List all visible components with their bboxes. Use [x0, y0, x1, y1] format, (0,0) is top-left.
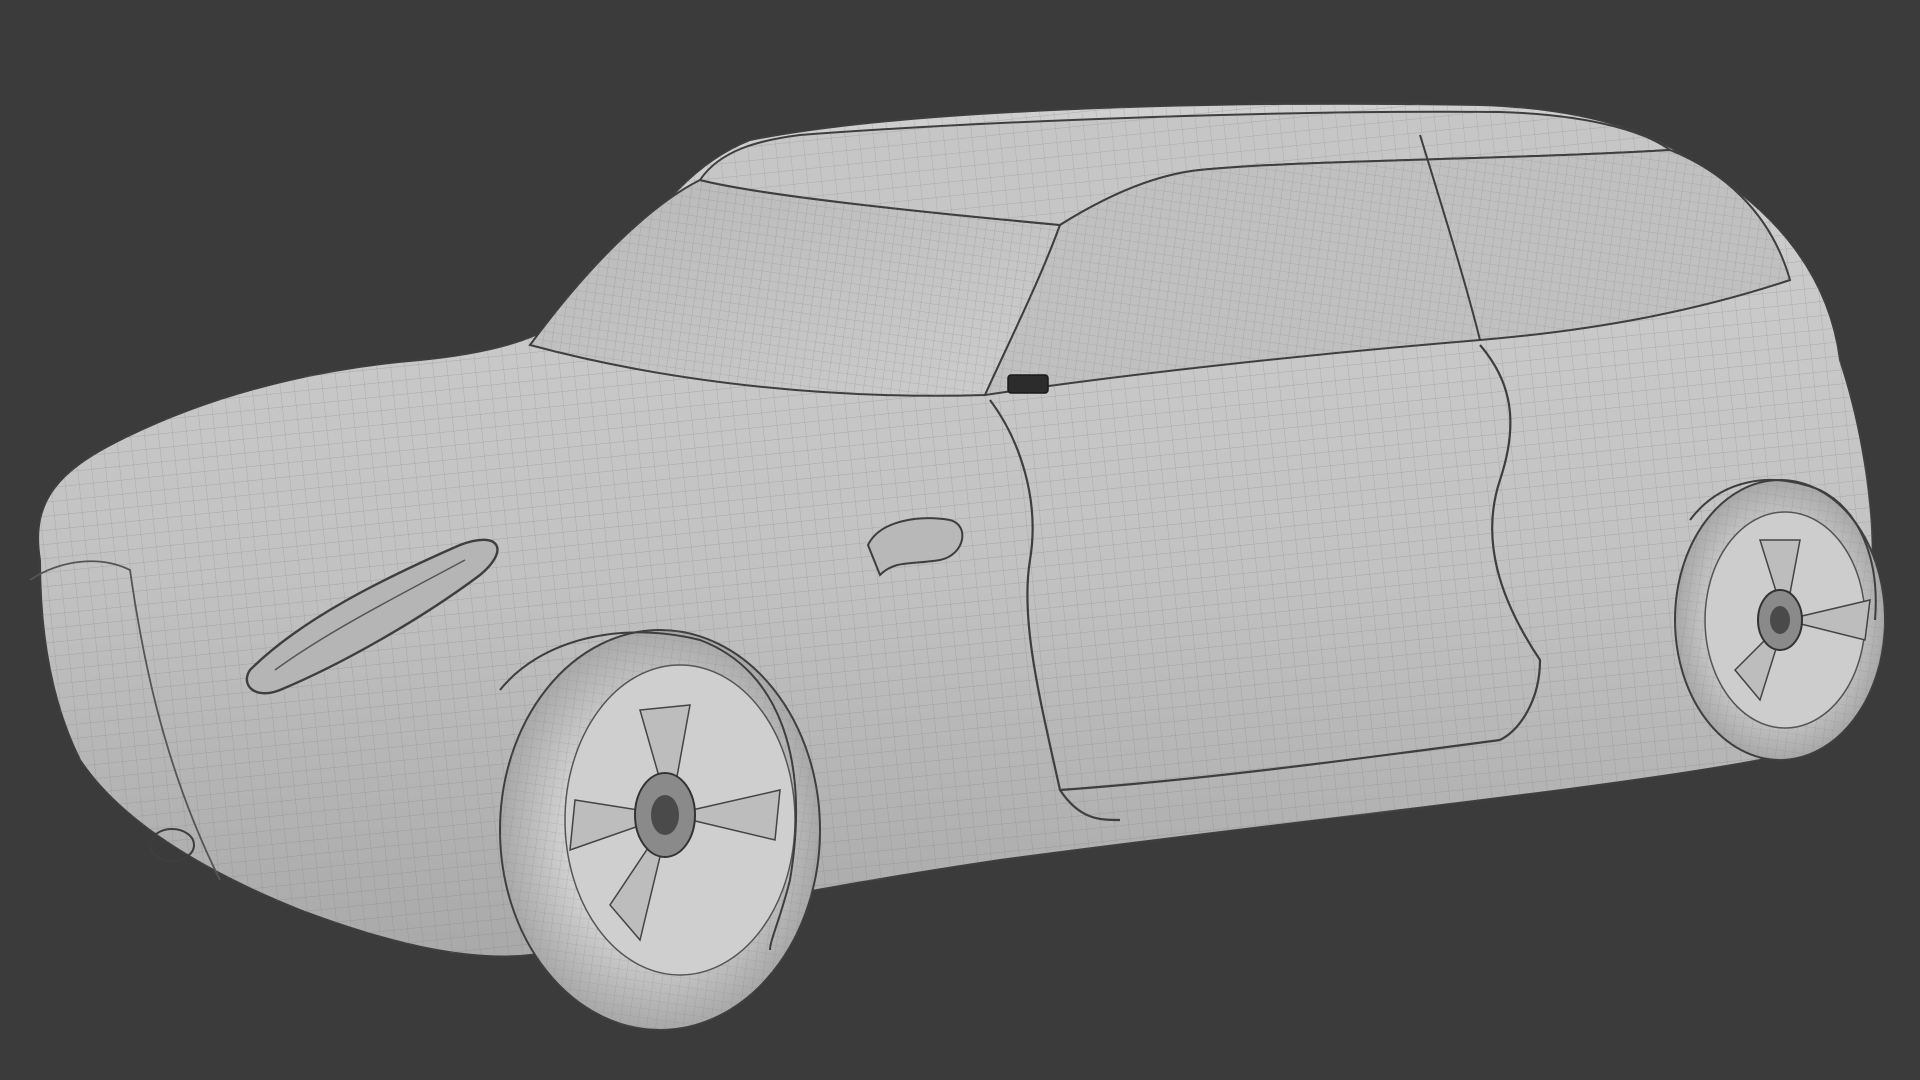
side-mirror [1007, 374, 1049, 394]
3d-viewport[interactable] [0, 0, 1920, 1080]
front-wheel [499, 629, 821, 1031]
rear-wheel [1674, 479, 1886, 761]
car-model-render [29, 102, 1886, 1031]
